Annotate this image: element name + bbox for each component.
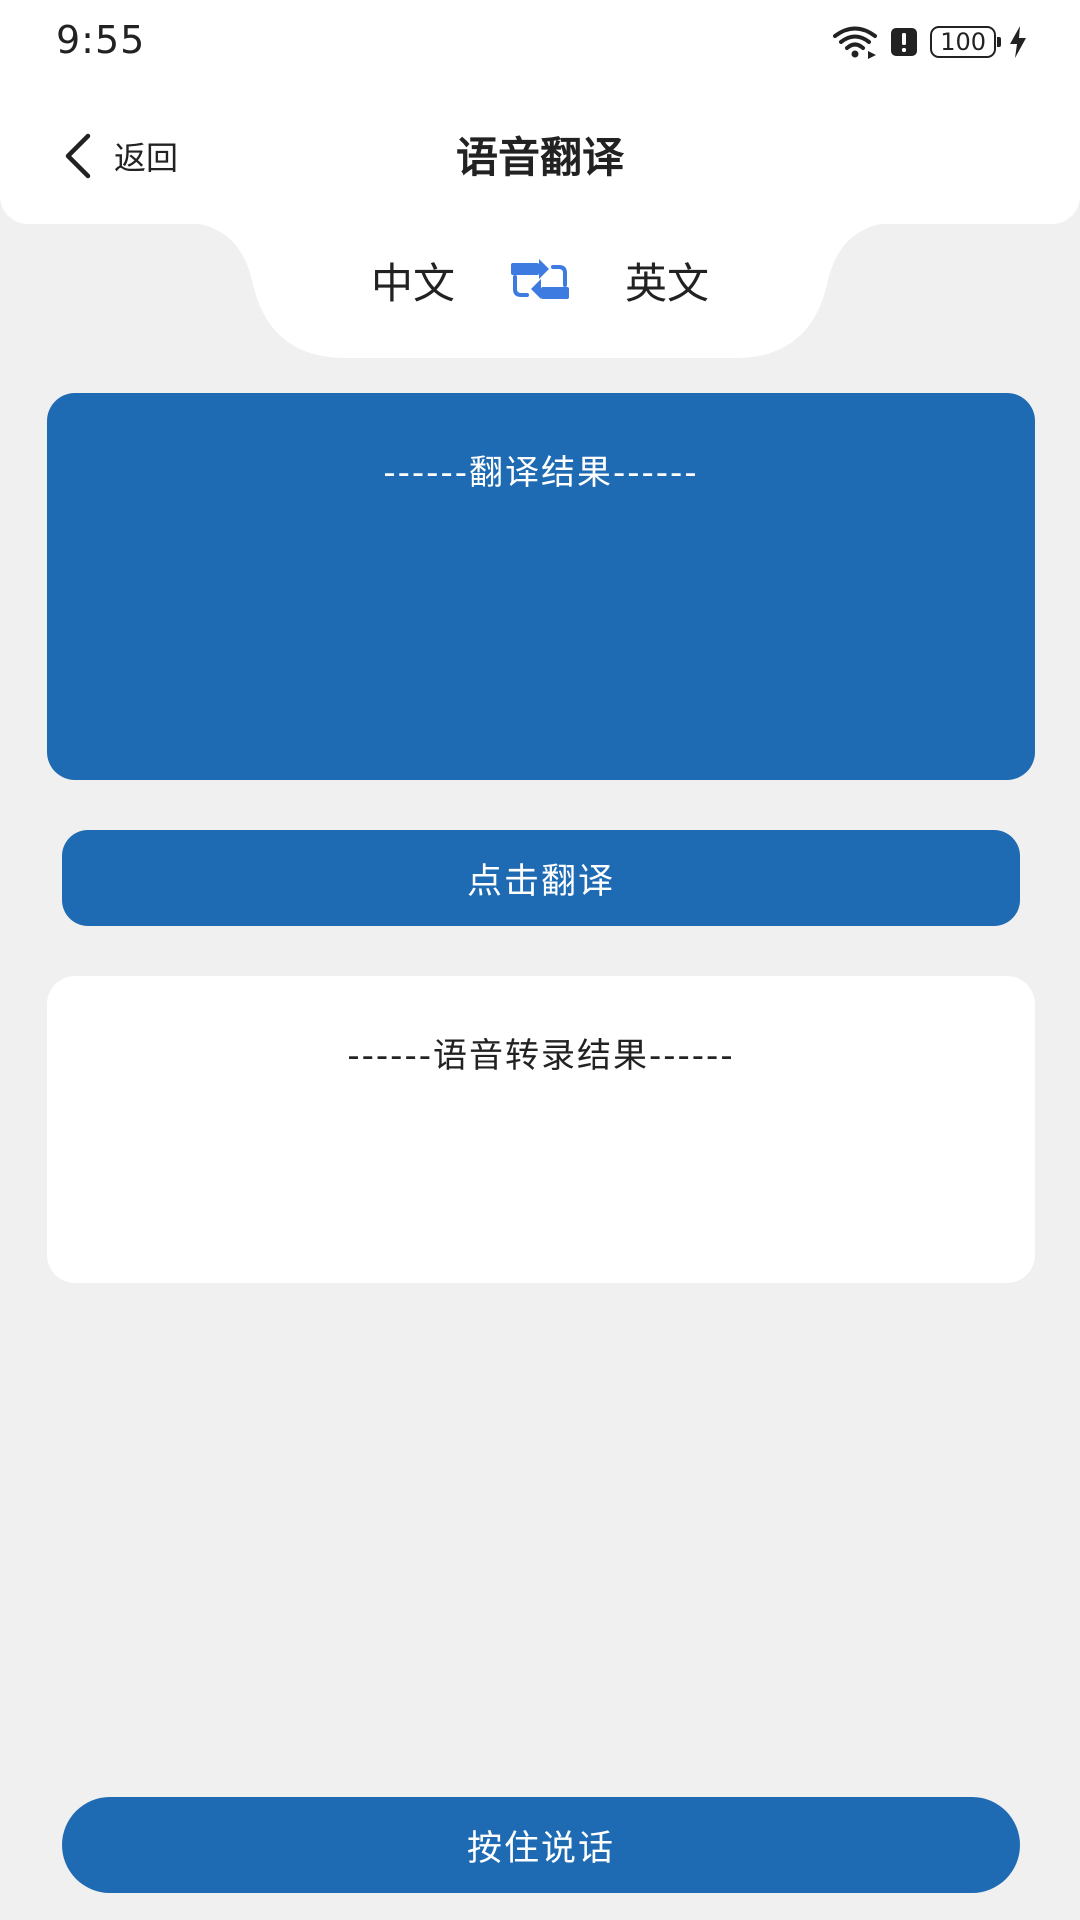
translation-result-card: ------翻译结果------ (47, 393, 1035, 780)
translation-screen: 9:55 100 返回 语音翻译 中文 英文 ------翻译结果------ … (0, 0, 1080, 1920)
charging-icon (1010, 26, 1026, 58)
transcription-result-card: ------语音转录结果------ (47, 976, 1035, 1283)
hold-to-speak-button[interactable]: 按住说话 (62, 1797, 1020, 1893)
status-bar: 9:55 100 (0, 0, 1080, 86)
alert-icon (891, 28, 918, 56)
status-icons: 100 (832, 22, 1028, 62)
wifi-icon (833, 26, 878, 59)
status-time: 9:55 (56, 18, 146, 62)
target-language[interactable]: 英文 (625, 250, 709, 311)
translate-button[interactable]: 点击翻译 (62, 830, 1020, 926)
language-switcher: 中文 英文 (0, 222, 1080, 362)
language-row: 中文 英文 (0, 250, 1080, 311)
transcription-result-title: ------语音转录结果------ (347, 1036, 735, 1076)
swap-languages-button[interactable] (505, 256, 575, 306)
page-title: 语音翻译 (455, 133, 624, 182)
source-language[interactable]: 中文 (371, 250, 455, 311)
battery-icon: 100 (930, 26, 1001, 58)
swap-icon (511, 258, 569, 299)
app-header: 返回 语音翻译 (0, 86, 1080, 224)
translation-result-title: ------翻译结果------ (383, 453, 699, 493)
